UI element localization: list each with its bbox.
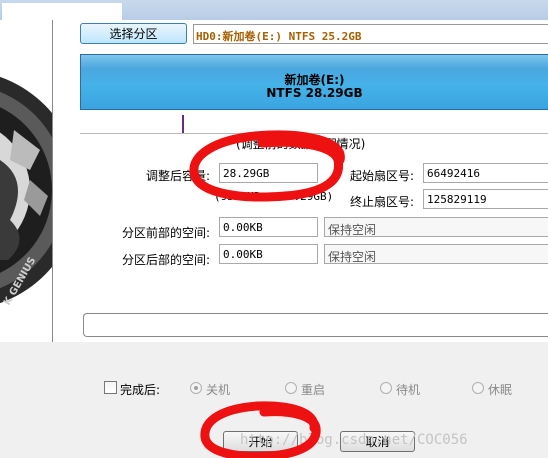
after-completion-label: 完成后:: [120, 383, 161, 397]
space-after-select[interactable]: 保持空闲: [324, 244, 548, 264]
top-strip: [0, 0, 548, 21]
partition-bar[interactable]: 新加卷(E:) NTFS 28.29GB: [80, 54, 548, 110]
space-before-label: 分区前部的空间:: [122, 226, 211, 240]
after-completion-checkbox[interactable]: [104, 381, 117, 394]
top-strip-blank: [2, 3, 122, 21]
progress-box: [83, 313, 548, 337]
timeline-marker: [182, 115, 184, 133]
start-sector-label: 起始扇区号:: [350, 169, 415, 183]
space-before-select[interactable]: 保持空闲: [324, 217, 548, 237]
disk-label: HD0:新加卷(E:) NTFS 25.2GB: [193, 24, 548, 44]
radio-dot: [194, 386, 198, 390]
radio-shutdown[interactable]: [190, 382, 202, 394]
radio-restart-label: 重启: [301, 383, 326, 397]
radio-hibernate-label: 休眠: [488, 383, 513, 397]
radio-standby-label: 待机: [396, 383, 421, 397]
partition-info: NTFS 28.29GB: [266, 86, 363, 100]
section-title: (调整前的数据分配情况): [236, 137, 366, 151]
diskgenius-logo-panel: K GENIUS: [0, 20, 53, 342]
watermark-text: http://blog.csdn.net/COC056: [240, 432, 468, 448]
partition-timeline: [80, 115, 548, 135]
end-sector-label: 终止扇区号:: [350, 195, 415, 209]
space-after-input[interactable]: 0.00KB: [219, 244, 318, 264]
radio-shutdown-label: 关机: [206, 383, 231, 397]
space-after-label: 分区后部的空间:: [122, 253, 211, 267]
start-sector-field: 66492416: [423, 163, 548, 183]
radio-standby[interactable]: [380, 382, 392, 394]
space-before-input[interactable]: 0.00KB: [219, 217, 318, 237]
size-range: (93.0MB - 28.29GB): [214, 190, 334, 203]
size-after-label: 调整后容量:: [146, 169, 211, 183]
size-after-input[interactable]: 28.29GB: [219, 163, 318, 183]
select-partition-button[interactable]: 选择分区: [80, 23, 187, 44]
radio-restart[interactable]: [285, 382, 297, 394]
radio-hibernate[interactable]: [472, 382, 484, 394]
separator: [80, 133, 548, 134]
end-sector-field: 125829119: [423, 189, 548, 209]
